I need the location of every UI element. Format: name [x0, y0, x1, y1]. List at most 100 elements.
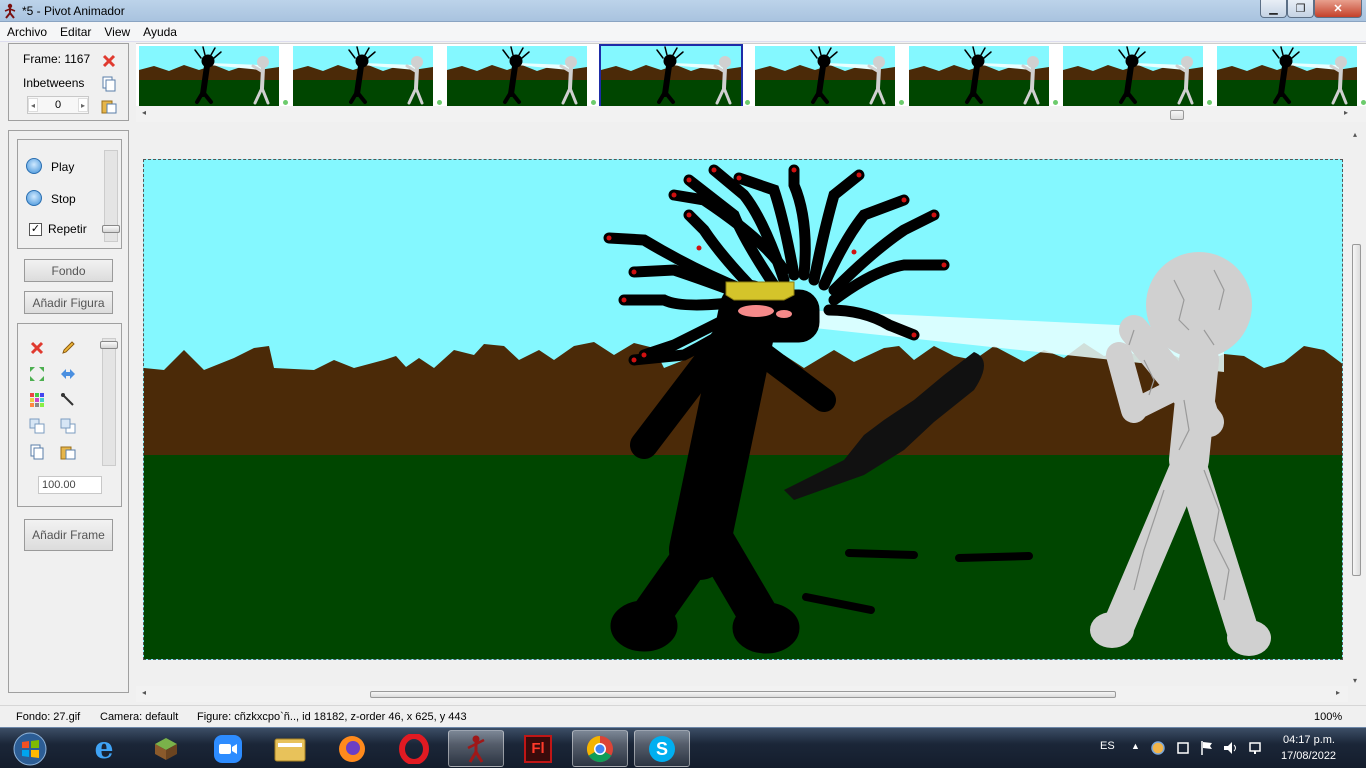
play-label: Play: [51, 160, 75, 174]
scene-drawing: [144, 160, 1342, 659]
frame-marker-dot: [437, 100, 442, 105]
stop-label: Stop: [51, 192, 76, 206]
bring-front-icon[interactable]: [29, 418, 45, 434]
stepper-right-icon[interactable]: ▸: [78, 98, 88, 112]
animation-stage[interactable]: [143, 159, 1343, 660]
skype-icon: S: [649, 735, 675, 762]
taskbar-skype[interactable]: S: [634, 730, 690, 767]
scroll-down-icon[interactable]: ▾: [1353, 676, 1357, 685]
taskbar-pivot-animator[interactable]: [448, 730, 504, 767]
taskbar-flash[interactable]: Fl: [510, 730, 566, 767]
copy-frame-icon[interactable]: [101, 76, 117, 92]
taskbar-file-explorer[interactable]: [262, 730, 318, 767]
frame-panel: Frame: 1167 Inbetweens ◂ 0 ▸: [8, 43, 129, 121]
speed-slider-thumb[interactable]: [102, 225, 120, 233]
device-icon[interactable]: [1176, 741, 1190, 755]
menu-ayuda[interactable]: Ayuda: [136, 22, 183, 41]
svg-text:S: S: [656, 739, 668, 759]
speed-slider[interactable]: [102, 150, 120, 242]
frame-thumbnail[interactable]: [447, 46, 587, 106]
frame-thumbnail[interactable]: [755, 46, 895, 106]
status-background: Fondo: 27.gif: [16, 711, 81, 723]
send-back-icon[interactable]: [60, 418, 76, 434]
frame-thumbnail[interactable]: [909, 46, 1049, 106]
canvas-horizontal-scrollbar[interactable]: ◂ ▸: [136, 686, 1348, 702]
play-radio[interactable]: [26, 158, 42, 174]
copy-figure-icon[interactable]: [29, 444, 45, 460]
add-figure-button[interactable]: Añadir Figura: [24, 291, 113, 314]
paste-figure-icon[interactable]: [60, 444, 76, 460]
frame-thumbnail[interactable]: [599, 44, 743, 108]
clock-date[interactable]: 17/08/2022: [1281, 750, 1336, 762]
background-button[interactable]: Fondo: [24, 259, 113, 282]
pivot-app-icon: [4, 3, 16, 19]
scroll-right-icon[interactable]: ▸: [1344, 108, 1348, 117]
scroll-left-icon[interactable]: ◂: [142, 108, 146, 117]
taskbar-firefox[interactable]: [324, 730, 380, 767]
add-frame-button[interactable]: Añadir Frame: [24, 519, 113, 551]
start-button[interactable]: [2, 730, 58, 767]
status-bar: Fondo: 27.gif Camera: default Figure: cñ…: [0, 705, 1366, 727]
taskbar-opera[interactable]: [386, 730, 442, 767]
status-camera: Camera: default: [100, 711, 179, 723]
action-center-flag-icon[interactable]: [1200, 740, 1214, 756]
canvas-vscroll-thumb[interactable]: [1352, 244, 1361, 576]
frame-marker-dot: [1207, 100, 1212, 105]
taskbar-internet-explorer[interactable]: e: [76, 730, 132, 767]
scale-slider-thumb[interactable]: [100, 341, 118, 349]
canvas-scroll-right-icon[interactable]: ▸: [1336, 688, 1340, 697]
volume-icon[interactable]: [1223, 740, 1239, 756]
canvas-vertical-scrollbar[interactable]: ▴ ▾: [1348, 130, 1366, 690]
frame-thumbnail[interactable]: [139, 46, 279, 106]
taskbar-zoom[interactable]: [200, 730, 256, 767]
pick-joint-icon[interactable]: [60, 392, 76, 408]
menu-bar: Archivo Editar View Ayuda: [0, 22, 1366, 42]
pivot-stickman-icon: [467, 735, 485, 763]
scale-slider[interactable]: [100, 338, 118, 466]
close-button[interactable]: ✕: [1314, 0, 1362, 18]
title-bar: *5 - Pivot Animador ▁ ❐ ✕: [0, 0, 1366, 22]
inbetweens-label: Inbetweens: [23, 76, 85, 90]
minimize-button[interactable]: ▁: [1260, 0, 1287, 18]
frame-marker-dot: [745, 100, 750, 105]
network-icon[interactable]: [1249, 740, 1265, 756]
menu-view[interactable]: View: [97, 22, 136, 41]
paste-frame-icon[interactable]: [101, 98, 117, 114]
center-figure-icon[interactable]: [29, 366, 45, 382]
delete-figure-icon[interactable]: [29, 340, 45, 356]
timeline-scrollbar[interactable]: ◂ ▸: [136, 106, 1366, 122]
timeline-scroll-thumb[interactable]: [1170, 110, 1184, 120]
frame-thumbnail[interactable]: [1217, 46, 1357, 106]
clock-time[interactable]: 04:17 p.m.: [1283, 734, 1335, 746]
stop-radio[interactable]: [26, 190, 42, 206]
menu-editar[interactable]: Editar: [53, 22, 97, 41]
menu-archivo[interactable]: Archivo: [0, 22, 53, 41]
taskbar-minecraft[interactable]: [138, 730, 194, 767]
frame-marker-dot: [1361, 100, 1366, 105]
color-figure-icon[interactable]: [29, 392, 45, 408]
scale-input[interactable]: 100.00: [38, 476, 102, 494]
taskbar: e Fl S ES ▲ 04:17 p.m. 17/08/2022: [0, 727, 1366, 768]
show-hidden-icons[interactable]: ▲: [1131, 741, 1140, 751]
frame-thumbnail[interactable]: [1063, 46, 1203, 106]
canvas-hscroll-thumb[interactable]: [370, 691, 1116, 698]
repeat-checkbox[interactable]: ✓: [29, 223, 42, 236]
firefox-icon: [339, 735, 365, 762]
weather-icon[interactable]: [1151, 741, 1165, 755]
frame-marker-dot: [1053, 100, 1058, 105]
maximize-button[interactable]: ❐: [1287, 0, 1314, 18]
inbetweens-value: 0: [54, 99, 62, 111]
language-indicator[interactable]: ES: [1100, 740, 1115, 752]
figure-tools-group: 100.00: [17, 323, 122, 507]
stepper-left-icon[interactable]: ◂: [28, 98, 38, 112]
inbetweens-stepper[interactable]: ◂ 0 ▸: [27, 96, 89, 114]
scroll-up-icon[interactable]: ▴: [1353, 130, 1357, 139]
flip-figure-icon[interactable]: [60, 366, 76, 382]
edit-figure-icon[interactable]: [60, 340, 76, 356]
canvas-scroll-left-icon[interactable]: ◂: [142, 688, 146, 697]
delete-frame-icon[interactable]: [101, 53, 117, 69]
timeline: ◂ ▸: [136, 43, 1366, 122]
opera-icon: [399, 733, 429, 764]
frame-thumbnail[interactable]: [293, 46, 433, 106]
taskbar-chrome[interactable]: [572, 730, 628, 767]
